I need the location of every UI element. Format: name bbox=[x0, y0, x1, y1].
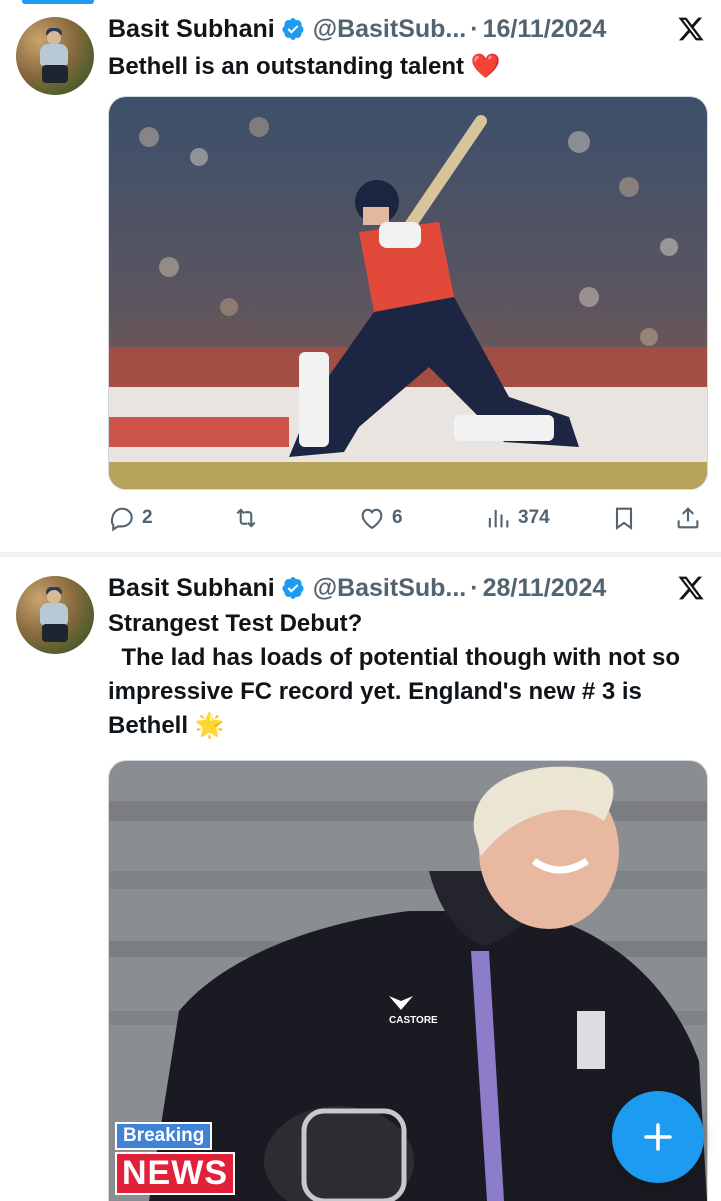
compose-button[interactable] bbox=[612, 1091, 704, 1183]
views-button[interactable]: 374 bbox=[484, 498, 550, 538]
tab-indicator bbox=[22, 0, 94, 4]
tweet-header: Basit Subhani @BasitSub... · 16/11/2024 bbox=[108, 12, 708, 46]
like-count: 6 bbox=[392, 507, 403, 528]
x-logo-icon bbox=[678, 17, 704, 41]
breaking-news-overlay: Breaking NEWS bbox=[115, 1122, 235, 1195]
reply-button[interactable]: 2 bbox=[108, 498, 153, 538]
compose-plus-icon bbox=[644, 1123, 672, 1151]
verified-icon bbox=[282, 577, 304, 599]
jacket-brand-text: CASTORE bbox=[389, 1015, 438, 1026]
reply-icon bbox=[110, 507, 133, 532]
handle[interactable]: @BasitSub... bbox=[313, 15, 467, 44]
avatar[interactable] bbox=[16, 576, 94, 654]
views-count: 374 bbox=[518, 507, 550, 528]
share-button[interactable] bbox=[674, 498, 702, 538]
tweet-text: Strangest Test Debut? The lad has loads … bbox=[108, 610, 680, 739]
x-logo-icon bbox=[678, 576, 704, 600]
reply-count: 2 bbox=[142, 507, 153, 528]
tweet-divider bbox=[0, 552, 721, 557]
breaking-label: Breaking bbox=[115, 1122, 213, 1150]
tweet-actions: 2 6 374 bbox=[108, 498, 708, 538]
share-icon bbox=[677, 507, 699, 529]
bookmark-icon bbox=[615, 507, 633, 530]
verified-icon bbox=[282, 18, 304, 40]
like-icon bbox=[361, 508, 383, 530]
tweet-header: Basit Subhani @BasitSub... · 28/11/2024 bbox=[108, 571, 708, 605]
repost-button[interactable] bbox=[232, 498, 266, 538]
bookmark-button[interactable] bbox=[610, 498, 638, 538]
views-icon bbox=[488, 509, 509, 528]
repost-icon bbox=[236, 508, 256, 528]
timestamp[interactable]: 16/11/2024 bbox=[483, 15, 607, 44]
display-name[interactable]: Basit Subhani bbox=[108, 574, 275, 603]
tweet-text: Bethell is an outstanding talent ❤️ bbox=[108, 53, 501, 80]
separator: · bbox=[470, 14, 479, 43]
timestamp[interactable]: 28/11/2024 bbox=[483, 574, 607, 603]
like-button[interactable]: 6 bbox=[358, 498, 403, 538]
cricketer-batting-image bbox=[109, 97, 707, 489]
top-bar bbox=[0, 0, 721, 6]
news-label: NEWS bbox=[115, 1152, 235, 1195]
display-name[interactable]: Basit Subhani bbox=[108, 15, 275, 44]
handle[interactable]: @BasitSub... bbox=[313, 574, 467, 603]
separator: · bbox=[470, 573, 479, 602]
tweet-image[interactable] bbox=[108, 96, 708, 490]
avatar[interactable] bbox=[16, 17, 94, 95]
